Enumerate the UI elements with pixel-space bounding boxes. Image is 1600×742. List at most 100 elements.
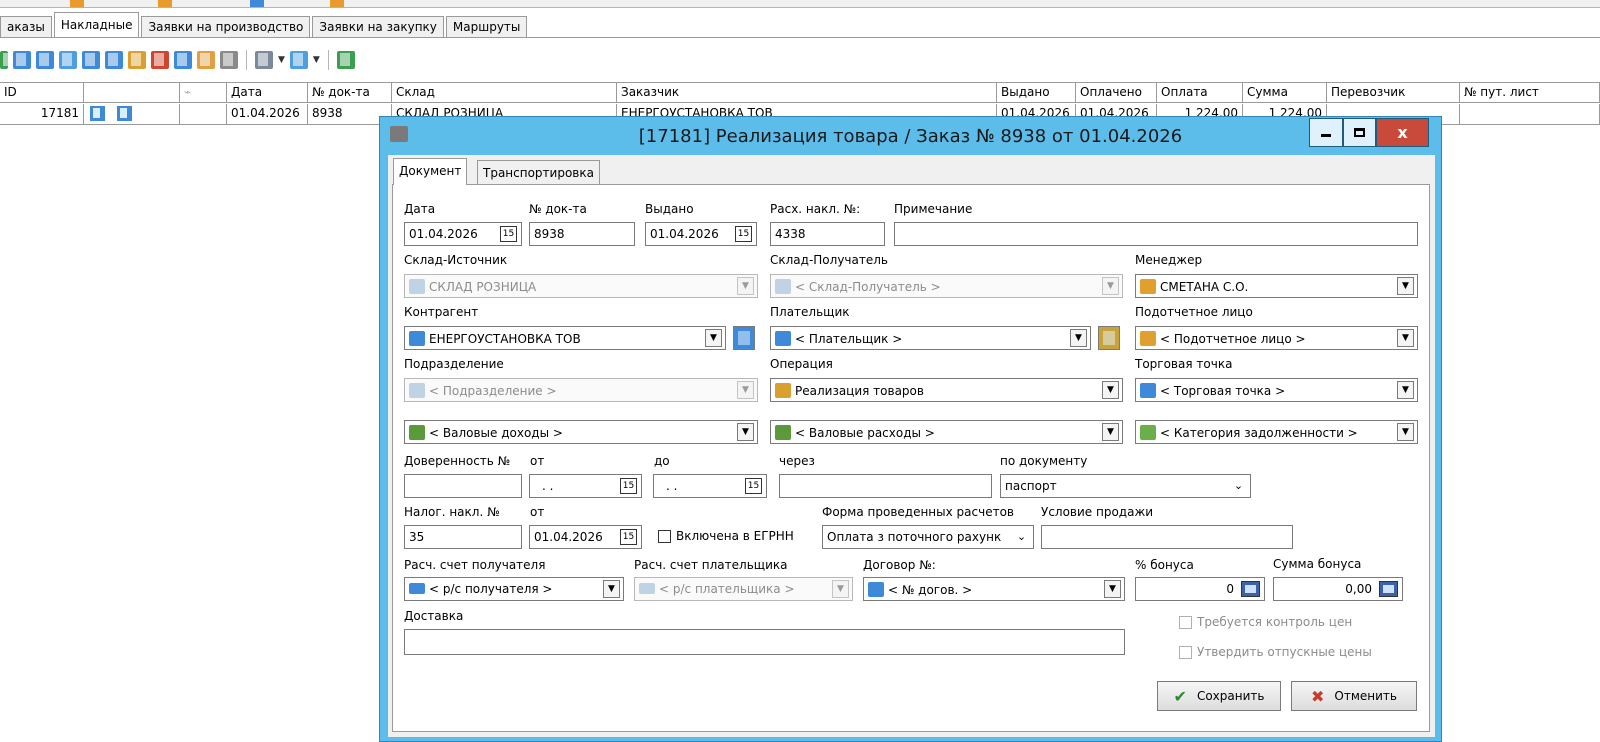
gross-expense-select[interactable]: < Валовые расходы > ▼ bbox=[770, 420, 1123, 444]
maximize-button[interactable] bbox=[1343, 118, 1376, 147]
new-doc-icon[interactable] bbox=[13, 51, 31, 69]
calendar-icon[interactable]: 15 bbox=[735, 226, 752, 242]
calendar-icon[interactable]: 15 bbox=[745, 478, 762, 494]
accountable-person-select[interactable]: < Подотчетное лицо > ▼ bbox=[1135, 326, 1418, 350]
save-button[interactable]: ✔ Сохранить bbox=[1157, 681, 1281, 711]
docno-field[interactable]: 8938 bbox=[529, 222, 635, 246]
manager-select[interactable]: СМЕТАНА С.О. ▼ bbox=[1135, 274, 1418, 298]
copy-doc-icon[interactable] bbox=[36, 51, 54, 69]
tax-date-field[interactable]: 01.04.2026 15 bbox=[529, 525, 642, 549]
checkbox-box[interactable] bbox=[658, 529, 671, 543]
col-header-waybill[interactable]: № пут. лист bbox=[1460, 82, 1600, 103]
chevron-down-icon[interactable]: ▼ bbox=[1397, 329, 1414, 347]
issued-field[interactable]: 01.04.2026 15 bbox=[645, 222, 757, 246]
chevron-down-icon[interactable]: ⌄ bbox=[1013, 528, 1030, 546]
chevron-down-icon[interactable]: ▼ bbox=[313, 55, 320, 65]
outlet-select[interactable]: < Торговая точка > ▼ bbox=[1135, 378, 1418, 402]
col-header-attach[interactable]: ⌁ bbox=[180, 82, 227, 103]
toolbar-icon[interactable] bbox=[250, 0, 264, 7]
tax-invoice-field[interactable]: 35 bbox=[404, 525, 522, 549]
cancel-button[interactable]: ✖ Отменить bbox=[1291, 681, 1417, 711]
warehouse-icon[interactable] bbox=[197, 51, 215, 69]
operation-select[interactable]: Реализация товаров ▼ bbox=[770, 378, 1123, 402]
tab-routes[interactable]: Маршруты bbox=[445, 16, 528, 38]
barcode-icon[interactable] bbox=[220, 51, 238, 69]
col-header-warehouse[interactable]: Склад bbox=[392, 82, 617, 103]
chevron-down-icon[interactable]: ▼ bbox=[1102, 423, 1119, 441]
delivery-field[interactable] bbox=[404, 629, 1125, 655]
move-doc-icon[interactable] bbox=[59, 51, 77, 69]
excel-export-icon[interactable] bbox=[336, 51, 355, 69]
contragent-select[interactable]: ЕНЕРГОУСТАНОВКА ТОВ ▼ bbox=[404, 326, 726, 350]
col-header-icons[interactable] bbox=[84, 82, 180, 103]
dialog-titlebar[interactable]: [17181] Реализация товара / Заказ № 8938… bbox=[380, 117, 1441, 151]
egrn-checkbox[interactable]: Включена в ЕГРНН bbox=[658, 529, 794, 543]
sale-condition-field[interactable] bbox=[1041, 525, 1293, 549]
close-button[interactable]: x bbox=[1376, 118, 1429, 147]
tab-production-requests[interactable]: Заявки на производство bbox=[141, 16, 311, 38]
payer-card-button[interactable] bbox=[1098, 326, 1120, 350]
col-header-carrier[interactable]: Перевозчик bbox=[1327, 82, 1460, 103]
bonus-sum-field[interactable]: 0,00 bbox=[1273, 577, 1403, 601]
payment-form-select[interactable]: Оплата з поточного рахунк ⌄ bbox=[822, 525, 1034, 549]
toolbar-icon[interactable] bbox=[330, 0, 344, 7]
chevron-down-icon[interactable]: ⌄ bbox=[1230, 477, 1247, 495]
calculator-icon[interactable] bbox=[1379, 581, 1398, 597]
chevron-down-icon[interactable]: ▼ bbox=[1104, 580, 1121, 598]
col-header-id[interactable]: ID bbox=[0, 82, 84, 103]
calendar-icon[interactable]: 15 bbox=[620, 529, 637, 545]
tab-purchase-requests[interactable]: Заявки на закупку bbox=[312, 16, 444, 38]
delete-doc-icon[interactable] bbox=[151, 51, 169, 69]
toolbar-icon[interactable] bbox=[70, 0, 84, 7]
bonus-percent-field[interactable]: 0 bbox=[1135, 577, 1265, 601]
chevron-down-icon[interactable]: ▼ bbox=[1102, 381, 1119, 399]
chevron-down-icon[interactable]: ▼ bbox=[1397, 423, 1414, 441]
chevron-down-icon[interactable]: ▼ bbox=[705, 329, 722, 347]
chevron-down-icon[interactable]: ▼ bbox=[1397, 277, 1414, 295]
operation-label: Операция bbox=[770, 357, 833, 371]
toolbar-icon[interactable] bbox=[158, 0, 172, 7]
tab-transport[interactable]: Транспортировка bbox=[477, 160, 600, 184]
proxy-number-field[interactable] bbox=[404, 474, 522, 498]
view-doc-icon[interactable] bbox=[105, 51, 123, 69]
proxy-to-date[interactable]: . . 15 bbox=[653, 474, 767, 498]
col-header-sum[interactable]: Сумма bbox=[1243, 82, 1327, 103]
filter-icon[interactable] bbox=[255, 51, 273, 69]
contract-select[interactable]: < № догов. > ▼ bbox=[863, 577, 1125, 601]
calculator-icon[interactable] bbox=[1241, 581, 1260, 597]
edit-doc-icon[interactable] bbox=[128, 51, 146, 69]
col-header-payment[interactable]: Оплата bbox=[1157, 82, 1243, 103]
date-field[interactable]: 01.04.2026 15 bbox=[404, 222, 522, 246]
tab-orders[interactable]: аказы bbox=[0, 16, 52, 38]
tab-invoices[interactable]: Накладные bbox=[53, 12, 140, 38]
by-document-select[interactable]: паспорт ⌄ bbox=[1000, 474, 1251, 498]
recipient-account-select[interactable]: < р/с получателя > ▼ bbox=[404, 577, 624, 601]
export-doc-icon[interactable] bbox=[174, 51, 192, 69]
payer-select[interactable]: < Плательщик > ▼ bbox=[770, 326, 1091, 350]
chevron-down-icon[interactable]: ▼ bbox=[603, 580, 620, 598]
add-doc-icon[interactable] bbox=[0, 51, 13, 69]
gross-income-select[interactable]: < Валовые доходы > ▼ bbox=[404, 420, 758, 444]
proxy-from-date[interactable]: . . 15 bbox=[529, 474, 642, 498]
debt-category-select[interactable]: < Категория задолженности > ▼ bbox=[1135, 420, 1418, 444]
expense-invoice-field[interactable]: 4338 bbox=[770, 222, 885, 246]
print-doc-icon[interactable] bbox=[82, 51, 100, 69]
col-header-customer[interactable]: Заказчик bbox=[617, 82, 997, 103]
col-header-docno[interactable]: № док-та bbox=[308, 82, 392, 103]
chevron-down-icon[interactable]: ▼ bbox=[737, 423, 754, 441]
calendar-icon[interactable]: 15 bbox=[500, 226, 517, 242]
payment-form-value: Оплата з поточного рахунк bbox=[827, 530, 1002, 544]
chevron-down-icon[interactable]: ▼ bbox=[1070, 329, 1087, 347]
via-field[interactable] bbox=[779, 474, 992, 498]
col-header-date[interactable]: Дата bbox=[227, 82, 308, 103]
chevron-down-icon[interactable]: ▼ bbox=[278, 55, 285, 65]
note-field[interactable] bbox=[894, 222, 1418, 246]
minimize-button[interactable] bbox=[1309, 118, 1343, 147]
report-icon[interactable] bbox=[289, 51, 308, 69]
tab-document[interactable]: Документ bbox=[393, 158, 468, 185]
contragent-card-button[interactable] bbox=[733, 326, 755, 350]
col-header-paid[interactable]: Оплачено bbox=[1076, 82, 1157, 103]
chevron-down-icon[interactable]: ▼ bbox=[1397, 381, 1414, 399]
col-header-issued[interactable]: Выдано bbox=[997, 82, 1076, 103]
calendar-icon[interactable]: 15 bbox=[620, 478, 637, 494]
